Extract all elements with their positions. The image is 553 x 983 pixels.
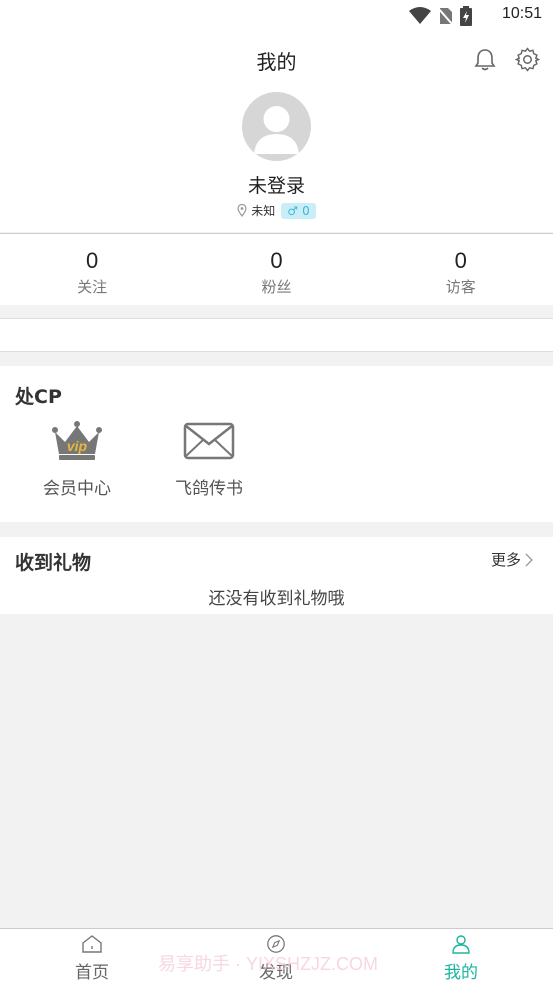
- gear-icon[interactable]: [515, 47, 540, 72]
- gifts-section: 收到礼物 更多 还没有收到礼物哦: [0, 537, 553, 614]
- gifts-title: 收到礼物: [15, 552, 92, 574]
- tab-mine[interactable]: 我的: [411, 934, 511, 983]
- watermark: 易享助手 · YIXSHZJZ.COM: [158, 954, 378, 974]
- vip-center-item[interactable]: vip 会员中心: [22, 420, 132, 499]
- envelope-icon: [183, 422, 235, 460]
- stat-fans[interactable]: 0 粉丝: [184, 234, 368, 305]
- male-symbol-icon: ♂: [287, 203, 299, 218]
- battery-charging-icon: [460, 6, 472, 26]
- chevron-right-icon: [525, 553, 533, 566]
- username[interactable]: 未登录: [0, 171, 553, 198]
- tab-home[interactable]: 首页: [42, 934, 142, 983]
- stat-following[interactable]: 0 关注: [0, 234, 184, 305]
- location-row: 未知 ♂ 0: [0, 202, 553, 219]
- cp-section: 处CP vip 会员中心 飞鸽传书: [0, 366, 553, 522]
- empty-row: [0, 318, 553, 352]
- stats-bar: 0 关注 0 粉丝 0 访客: [0, 233, 553, 305]
- stat-label: 访客: [445, 278, 476, 296]
- stat-value: 0: [454, 248, 467, 273]
- tab-label: 首页: [75, 963, 109, 983]
- status-bar: 10:51: [0, 0, 553, 32]
- gifts-more-link[interactable]: 更多: [491, 549, 533, 570]
- stat-label: 粉丝: [261, 278, 292, 296]
- bell-icon[interactable]: [474, 48, 496, 72]
- vip-center-label: 会员中心: [43, 479, 111, 499]
- user-silhouette-icon: [254, 106, 299, 154]
- top-section: 10:51 我的 未登录 未知 ♂ 0: [0, 0, 553, 232]
- home-icon: [82, 935, 102, 953]
- tab-label: 我的: [444, 963, 478, 983]
- gender-badge: ♂ 0: [281, 202, 316, 219]
- status-icons: [409, 6, 473, 26]
- stat-label: 关注: [77, 278, 108, 296]
- page-title: 我的: [256, 50, 297, 74]
- more-label: 更多: [490, 551, 521, 569]
- gifts-empty-text: 还没有收到礼物哦: [208, 589, 345, 609]
- wifi-icon: [409, 7, 431, 24]
- stat-value: 0: [86, 248, 99, 273]
- user-icon: [452, 935, 470, 954]
- vip-crown-icon: vip: [52, 421, 102, 460]
- vip-badge-text: vip: [67, 438, 88, 454]
- no-sim-icon: [437, 7, 453, 25]
- location-pin-icon: [237, 204, 247, 217]
- status-time: 10:51: [501, 5, 542, 22]
- gender-value: 0: [302, 203, 310, 218]
- stat-value: 0: [270, 248, 283, 273]
- pigeon-mail-item[interactable]: 飞鸽传书: [154, 420, 264, 499]
- pigeon-mail-label: 飞鸽传书: [175, 479, 243, 499]
- cp-title: 处CP: [15, 386, 62, 408]
- stat-visitors[interactable]: 0 访客: [369, 234, 553, 305]
- avatar[interactable]: [242, 92, 311, 161]
- location-text: 未知: [251, 204, 276, 218]
